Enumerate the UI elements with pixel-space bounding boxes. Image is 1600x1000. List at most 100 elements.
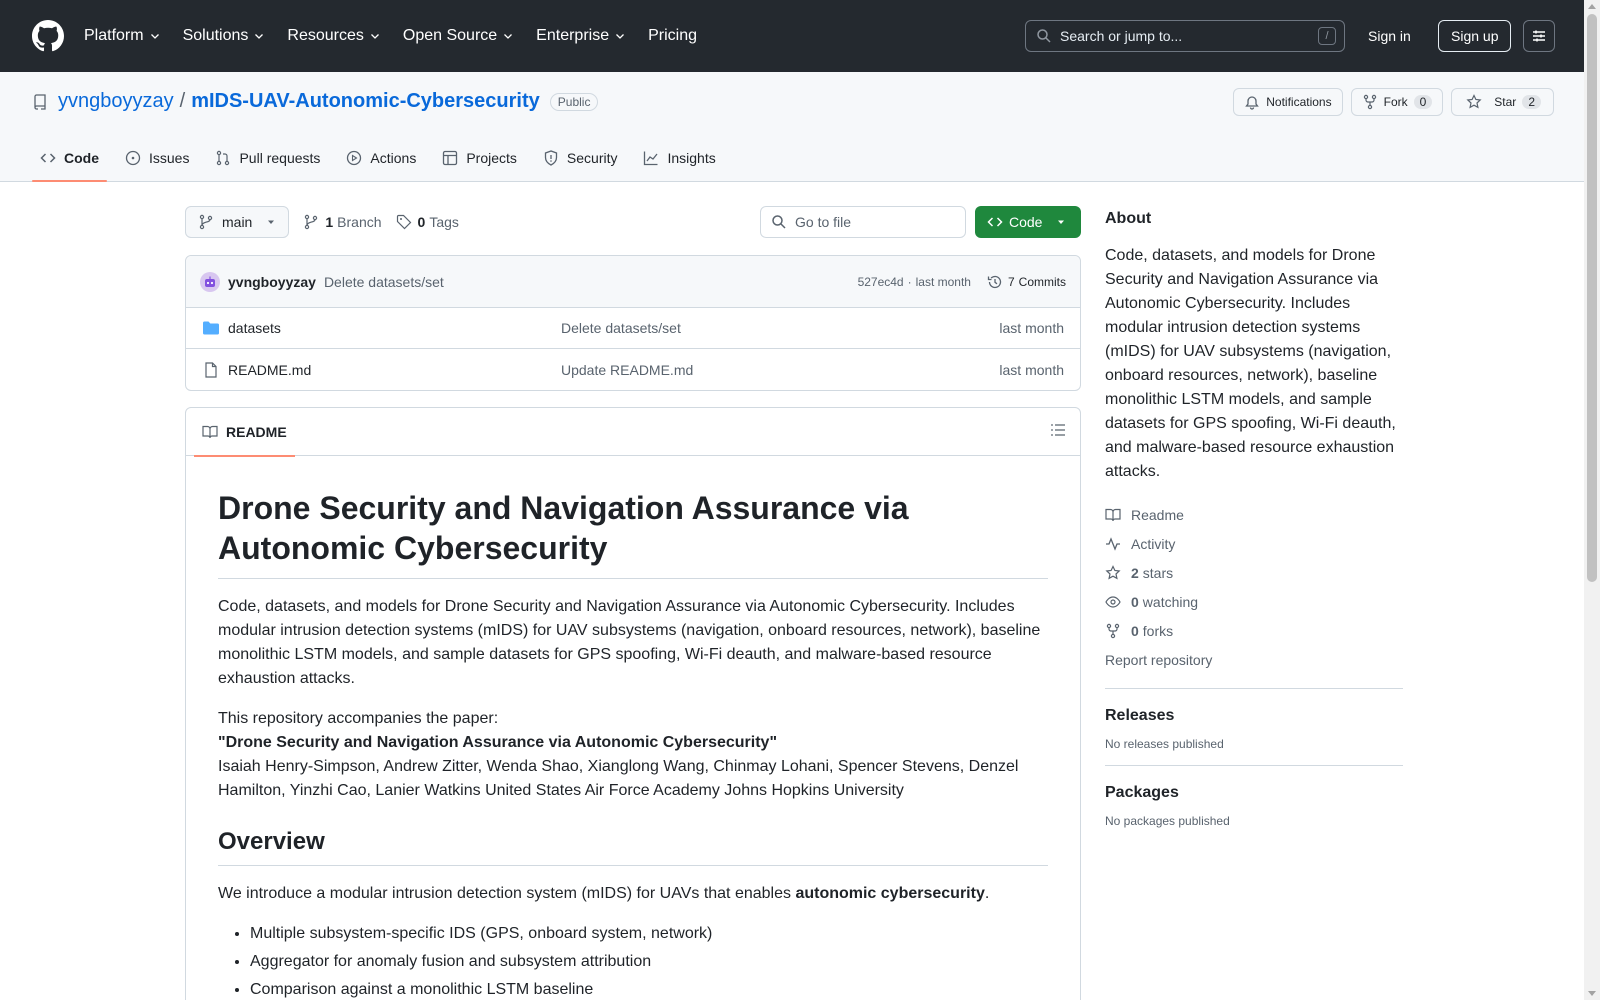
commits-label: Commits <box>1018 274 1066 289</box>
overview-end: . <box>984 885 990 902</box>
file-commit-message[interactable]: Delete datasets/set <box>561 320 681 336</box>
overview-paragraph: We introduce a modular intrusion detecti… <box>218 882 1048 906</box>
issue-icon <box>125 150 141 166</box>
tab-actions[interactable]: Actions <box>338 134 424 182</box>
tab-insights[interactable]: Insights <box>635 134 723 182</box>
file-date: last month <box>999 361 1064 378</box>
code-dropdown-button[interactable]: Code <box>975 206 1081 238</box>
go-to-file-input[interactable]: Go to file <box>760 206 966 238</box>
fork-button[interactable]: Fork 0 <box>1350 88 1444 116</box>
repo-owner-link[interactable]: yvngboyyzay <box>58 90 174 113</box>
chevron-down-icon <box>370 34 379 39</box>
sidebar-stars-link[interactable]: 2 stars <box>1105 558 1403 587</box>
tab-code-label: Code <box>64 150 99 166</box>
commits-history-link[interactable]: 7 Commits <box>987 274 1066 290</box>
commit-message-link[interactable]: Delete datasets/set <box>324 274 444 290</box>
watching-label: watching <box>1142 593 1199 610</box>
shield-icon <box>544 150 558 166</box>
file-name-link[interactable]: datasets <box>228 320 548 336</box>
visibility-badge: Public <box>549 92 599 111</box>
code-icon <box>40 153 56 163</box>
scroll-up-arrow-icon[interactable] <box>1588 4 1596 9</box>
repo-tabs: Code Issues Pull requests Actions Projec… <box>32 134 734 182</box>
repo-title: yvngboyyzay / mIDS-UAV-Autonomic-Cyberse… <box>32 90 599 113</box>
readme-title: Drone Security and Navigation Assurance … <box>218 488 1048 579</box>
stars-label: stars <box>1142 564 1174 581</box>
outline-button[interactable] <box>1050 422 1066 438</box>
tags-link[interactable]: 0 Tags <box>396 214 459 230</box>
branch-name: main <box>222 214 253 230</box>
file-date: last month <box>999 320 1064 336</box>
nav-resources[interactable]: Resources <box>287 27 380 45</box>
readme-panel: README Drone Security and Navigation Ass… <box>185 407 1081 1000</box>
github-logo-icon[interactable] <box>32 20 64 52</box>
menu-button[interactable] <box>1523 20 1555 52</box>
notifications-button[interactable]: Notifications <box>1233 88 1343 116</box>
table-row[interactable]: datasets Delete datasets/set last month <box>186 308 1080 349</box>
graph-icon <box>644 151 658 166</box>
sidebar: About Code, datasets, and models for Dro… <box>1105 210 1403 828</box>
scrollbar-thumb[interactable] <box>1587 14 1597 582</box>
repo-name-link[interactable]: mIDS-UAV-Autonomic-Cybersecurity <box>191 90 540 113</box>
overview-heading: Overview <box>218 827 1048 866</box>
chevron-down-icon <box>616 34 625 39</box>
global-search-input[interactable]: Search or jump to... / <box>1025 20 1345 52</box>
chevron-down-icon <box>504 34 513 39</box>
star-button[interactable]: Star 2 <box>1451 88 1554 116</box>
tab-issues[interactable]: Issues <box>117 134 197 182</box>
packages-heading[interactable]: Packages <box>1105 784 1403 802</box>
scroll-down-arrow-icon[interactable] <box>1588 991 1596 996</box>
tab-projects[interactable]: Projects <box>434 134 525 182</box>
report-repository-link[interactable]: Report repository <box>1105 645 1403 674</box>
search-icon <box>1037 29 1051 43</box>
branches-link[interactable]: 1 Branch <box>303 214 382 230</box>
readme-link-label: Readme <box>1131 506 1184 523</box>
file-name-link[interactable]: README.md <box>228 362 548 378</box>
branch-label: Branch <box>337 214 382 230</box>
nav-enterprise[interactable]: Enterprise <box>536 27 626 45</box>
sign-in-link[interactable]: Sign in <box>1368 20 1411 52</box>
page-scrollbar[interactable] <box>1584 0 1600 1000</box>
star-icon <box>1105 564 1121 579</box>
branch-icon <box>305 214 318 230</box>
commit-hash-link[interactable]: 527ec4d <box>858 275 904 289</box>
robot-avatar-icon <box>205 276 215 287</box>
sidebar-watching-link[interactable]: 0 watching <box>1105 587 1403 616</box>
list-item: Aggregator for anomaly fusion and subsys… <box>250 950 1048 974</box>
sidebar-readme-link[interactable]: Readme <box>1105 500 1403 529</box>
readme-intro: Code, datasets, and models for Drone Sec… <box>218 598 1041 687</box>
tab-pull-requests[interactable]: Pull requests <box>207 134 328 182</box>
sidebar-activity-link[interactable]: Activity <box>1105 529 1403 558</box>
sign-up-button[interactable]: Sign up <box>1438 20 1512 52</box>
play-icon <box>347 150 362 166</box>
watching-count: 0 <box>1131 593 1139 610</box>
activity-link-label: Activity <box>1131 535 1176 552</box>
caret-down-icon <box>1058 220 1065 224</box>
list-item: Multiple subsystem-specific IDS (GPS, on… <box>250 922 1048 946</box>
avatar[interactable] <box>200 271 220 292</box>
branch-selector[interactable]: main <box>185 206 290 238</box>
nav-solutions[interactable]: Solutions <box>183 27 266 45</box>
sidebar-forks-link[interactable]: 0 forks <box>1105 616 1403 645</box>
about-description: Code, datasets, and models for Drone Sec… <box>1105 247 1396 480</box>
nav-platform[interactable]: Platform <box>84 27 161 45</box>
global-header: Platform Solutions Resources Open Source… <box>0 0 1584 72</box>
tab-code[interactable]: Code <box>32 134 107 182</box>
tab-projects-label: Projects <box>466 150 517 166</box>
table-row[interactable]: README.md Update README.md last month <box>186 349 1080 390</box>
list-item: Comparison against a monolithic LSTM bas… <box>250 978 1048 1000</box>
tab-security[interactable]: Security <box>535 134 626 182</box>
repo-icon <box>34 93 46 110</box>
readme-header: README <box>186 408 1080 457</box>
commit-author-link[interactable]: yvngboyyzay <box>228 274 316 290</box>
main-column: main 1 Branch 0 Tags Go to file Code yvn… <box>185 206 1081 1000</box>
paper-title: "Drone Security and Navigation Assurance… <box>218 734 778 751</box>
file-commit-message[interactable]: Update README.md <box>561 362 693 378</box>
releases-heading[interactable]: Releases <box>1105 707 1403 725</box>
paper-authors: Isaiah Henry-Simpson, Andrew Zitter, Wen… <box>218 758 1019 799</box>
nav-pricing[interactable]: Pricing <box>648 27 697 45</box>
nav-open-source[interactable]: Open Source <box>403 27 514 45</box>
nav-open-source-label: Open Source <box>402 27 498 44</box>
readme-tab[interactable]: README <box>194 408 295 457</box>
star-count: 2 <box>1522 95 1541 109</box>
